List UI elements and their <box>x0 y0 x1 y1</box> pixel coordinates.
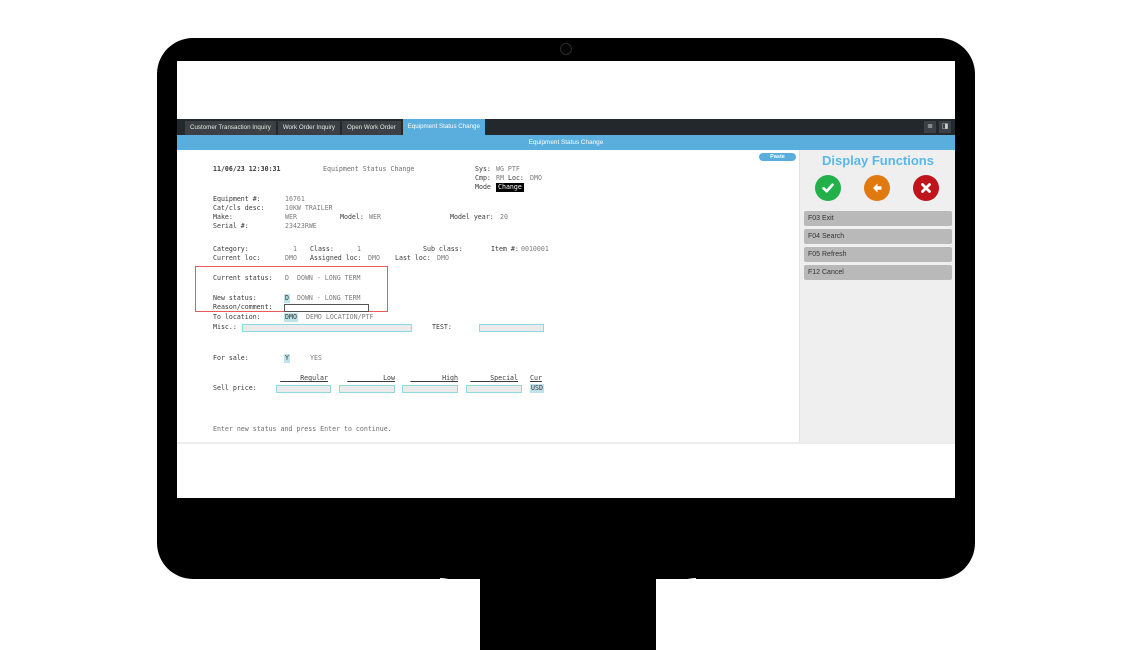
price-high-input[interactable] <box>402 385 458 393</box>
assigned-loc-value: DMO <box>368 254 380 262</box>
model-label: Model: <box>340 213 364 221</box>
back-button[interactable] <box>864 175 890 201</box>
misc-label: Misc.: <box>213 323 237 331</box>
item-value: 0010001 <box>521 245 549 253</box>
window-title: Equipment Status Change <box>177 135 955 150</box>
screen-title: Equipment Status Change <box>323 165 415 173</box>
datetime: 11/06/23 12:30:31 <box>213 165 281 173</box>
price-regular-input[interactable] <box>276 385 331 393</box>
make-label: Make: <box>213 213 233 221</box>
category-label: Category: <box>213 245 249 253</box>
serial-value: 23423RWE <box>285 222 317 230</box>
tab-bar: Customer Transaction Inquiry Work Order … <box>177 119 955 135</box>
to-location-label: To location: <box>213 313 261 321</box>
current-loc-label: Current loc: <box>213 254 261 262</box>
f12-cancel-button[interactable]: F12 Cancel <box>804 265 952 280</box>
tab-work-order-inquiry[interactable]: Work Order Inquiry <box>277 121 340 135</box>
for-sale-label: For sale: <box>213 354 249 362</box>
page-icon[interactable]: ◨ <box>939 121 951 133</box>
price-header-regular: Regular <box>300 374 328 382</box>
mode-value: Change <box>496 183 524 192</box>
test-label: TEST: <box>432 323 452 331</box>
status-message: Enter new status and press Enter to cont… <box>213 425 392 433</box>
for-sale-desc: YES <box>310 354 322 362</box>
reason-label: Reason/comment: <box>213 303 273 311</box>
f05-refresh-button[interactable]: F05 Refresh <box>804 247 952 262</box>
price-header-high: High <box>442 374 458 382</box>
confirm-button[interactable] <box>815 175 841 201</box>
new-status-desc: DOWN - LONG TERM <box>297 294 361 302</box>
close-icon <box>921 183 931 193</box>
checkmark-icon <box>822 183 834 193</box>
sys-value: WG PTF <box>496 165 520 173</box>
misc-input[interactable] <box>242 324 412 332</box>
reason-comment-input[interactable] <box>284 304 369 312</box>
model-value: WER <box>369 213 381 221</box>
display-functions-title: Display Functions <box>822 153 934 168</box>
monitor-screen: Customer Transaction Inquiry Work Order … <box>177 61 955 498</box>
f03-exit-button[interactable]: F03 Exit <box>804 211 952 226</box>
list-view-icon[interactable]: ≣ <box>924 121 936 133</box>
terminal-screen: 11/06/23 12:30:31 Equipment Status Chang… <box>177 150 799 442</box>
display-functions-panel: Display Functions F03 Exit F04 Search F0… <box>799 150 955 442</box>
last-loc-label: Last loc: <box>395 254 431 262</box>
arrow-left-icon <box>873 183 882 193</box>
monitor-stand <box>480 578 656 650</box>
new-status-input[interactable]: D <box>284 294 290 303</box>
make-value: WER <box>285 213 297 221</box>
current-status-desc: DOWN - LONG TERM <box>297 274 361 282</box>
catcls-label: Cat/cls desc: <box>213 204 265 212</box>
to-location-desc: DEMO LOCATION/PTF <box>306 313 374 321</box>
assigned-loc-label: Assigned loc: <box>310 254 362 262</box>
tab-tools: ≣ ◨ <box>924 121 951 133</box>
price-header-low: Low <box>383 374 395 382</box>
paste-button[interactable]: Paste <box>759 153 796 161</box>
stand-curve-left <box>440 578 480 650</box>
f04-search-button[interactable]: F04 Search <box>804 229 952 244</box>
new-status-label: New status: <box>213 294 257 302</box>
tab-equipment-status-change[interactable]: Equipment Status Change <box>402 119 485 135</box>
to-location-input[interactable]: DMO <box>284 313 298 322</box>
category-value: 1 <box>293 245 297 253</box>
cancel-circle-button[interactable] <box>913 175 939 201</box>
price-header-cur: Cur <box>530 374 542 382</box>
test-input[interactable] <box>479 324 544 332</box>
last-loc-value: DMO <box>437 254 449 262</box>
loc-value: DMO <box>530 174 542 182</box>
price-special-input[interactable] <box>466 385 522 393</box>
for-sale-input[interactable]: Y <box>284 354 290 363</box>
price-header-special: Special <box>490 374 518 382</box>
current-loc-value: DMO <box>285 254 297 262</box>
currency-input[interactable]: USD <box>530 384 544 393</box>
sys-label: Sys: <box>475 165 491 173</box>
terminal-divider <box>177 442 955 444</box>
tab-open-work-order[interactable]: Open Work Order <box>341 121 401 135</box>
price-low-input[interactable] <box>339 385 395 393</box>
equipment-value: 16761 <box>285 195 305 203</box>
item-label: Item #: <box>491 245 519 253</box>
class-value: 1 <box>357 245 361 253</box>
tab-customer-transaction-inquiry[interactable]: Customer Transaction Inquiry <box>185 121 276 135</box>
current-status-label: Current status: <box>213 274 273 282</box>
catcls-value: 10KW TRAILER <box>285 204 333 212</box>
cmp-label: Cmp: <box>475 174 491 182</box>
subclass-label: Sub class: <box>423 245 463 253</box>
cmp-value: RM <box>496 174 504 182</box>
serial-label: Serial #: <box>213 222 249 230</box>
class-label: Class: <box>310 245 334 253</box>
mode-label: Mode <box>475 183 491 191</box>
loc-label: Loc: <box>508 174 524 182</box>
camera-icon <box>560 43 572 55</box>
equipment-label: Equipment #: <box>213 195 261 203</box>
current-status-code: D <box>285 274 289 282</box>
model-year-label: Model year: <box>450 213 494 221</box>
sell-price-label: Sell price: <box>213 384 257 392</box>
model-year-value: 20 <box>500 213 508 221</box>
stand-curve-right <box>656 578 696 650</box>
